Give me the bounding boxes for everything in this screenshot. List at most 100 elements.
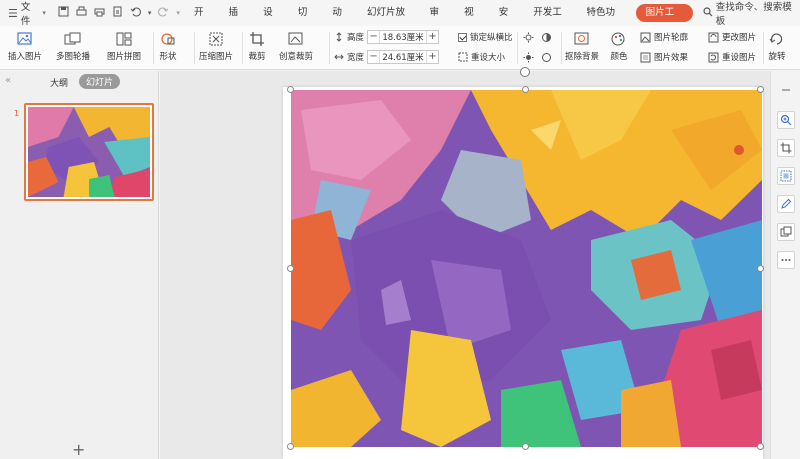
picture-effects-tool-button[interactable] <box>777 223 795 241</box>
tab-home[interactable]: 开始 <box>186 0 221 44</box>
lock-ratio-checkbox[interactable]: 锁定纵横比 <box>458 30 513 44</box>
color-button[interactable]: 颜色 <box>610 28 628 62</box>
collapse-pane-icon[interactable]: « <box>5 75 11 86</box>
resize-handle-bottom-left[interactable] <box>287 443 294 450</box>
tab-features[interactable]: 特色功能 <box>578 0 631 44</box>
palette-icon <box>611 32 625 46</box>
tab-review[interactable]: 审阅 <box>421 0 456 44</box>
change-picture-icon <box>708 32 719 42</box>
brightness-down-button[interactable] <box>523 50 534 64</box>
width-label: 宽度 <box>347 53 365 63</box>
slide-pane-header: « 大纲 幻灯片 <box>0 71 158 93</box>
rotate-icon <box>769 33 783 45</box>
ribbon-separator <box>153 32 154 64</box>
resize-handle-top-right[interactable] <box>757 86 764 93</box>
tab-slides[interactable]: 幻灯片 <box>79 74 121 89</box>
width-increase-button[interactable]: + <box>426 51 438 63</box>
selected-picture[interactable] <box>291 90 762 447</box>
contrast-down-button[interactable] <box>541 50 552 64</box>
contrast-icon <box>542 32 551 42</box>
redo-icon[interactable] <box>158 6 169 20</box>
save-icon[interactable] <box>58 6 69 20</box>
tab-developer[interactable]: 开发工具 <box>525 0 578 44</box>
change-picture-button[interactable]: 更改图片 <box>708 30 756 44</box>
crop-tool-icon <box>780 142 792 154</box>
color-label: 颜色 <box>610 52 628 62</box>
tab-transitions[interactable]: 切换 <box>290 0 325 44</box>
insert-picture-icon <box>17 32 32 45</box>
crop-tool-button[interactable] <box>777 139 795 157</box>
chevron-down-icon: ▾ <box>42 9 46 17</box>
tab-slideshow[interactable]: 幻灯片放映 <box>359 0 421 44</box>
pen-icon <box>781 198 792 209</box>
ribbon-separator <box>517 32 518 64</box>
resize-handle-bottom[interactable] <box>522 443 529 450</box>
picture-collage-button[interactable]: 图片拼图 <box>107 28 141 62</box>
undo-dropdown-icon[interactable]: ▾ <box>148 9 152 17</box>
height-value[interactable]: 18.63厘米 <box>380 31 426 43</box>
crop-label: 裁剪 <box>248 52 266 62</box>
picture-effects-label: 图片效果 <box>654 53 689 63</box>
reset-picture-button[interactable]: 重设图片 <box>708 50 756 64</box>
contrast-up-button[interactable] <box>541 30 552 44</box>
picture-layout-button[interactable] <box>777 167 795 185</box>
tab-insert[interactable]: 插入 <box>221 0 256 44</box>
ribbon-separator <box>561 32 562 64</box>
tab-animation[interactable]: 动画 <box>324 0 359 44</box>
brightness-down-icon <box>523 52 534 62</box>
more-tools-button[interactable] <box>777 251 795 269</box>
height-increase-button[interactable]: + <box>426 31 438 43</box>
resize-handle-top-left[interactable] <box>287 86 294 93</box>
crop-button[interactable]: 裁剪 <box>248 28 266 62</box>
zoom-picture-button[interactable] <box>777 111 795 129</box>
resize-handle-top[interactable] <box>522 86 529 93</box>
print-icon[interactable] <box>94 6 105 20</box>
floating-toolbar <box>770 71 800 459</box>
tab-picture-tools[interactable]: 图片工具 <box>635 4 693 36</box>
export-pdf-icon[interactable] <box>112 6 123 20</box>
customize-toolbar-icon[interactable]: ▾ <box>176 9 180 17</box>
insert-picture-button[interactable]: 插入图片 <box>8 28 42 62</box>
rotate-button[interactable]: 旋转 <box>768 28 786 62</box>
tab-security[interactable]: 安全 <box>491 0 526 44</box>
creative-crop-button[interactable]: 创意裁剪 <box>279 28 313 62</box>
reset-size-button[interactable]: 重设大小 <box>458 50 505 64</box>
insert-picture-label: 插入图片 <box>8 52 43 62</box>
quick-access-toolbar: ▾ ▾ <box>52 0 186 26</box>
tab-design[interactable]: 设计 <box>255 0 290 44</box>
multi-picture-icon <box>64 32 81 45</box>
outline-tool-button[interactable] <box>777 195 795 213</box>
brightness-up-button[interactable] <box>523 30 534 44</box>
resize-handle-bottom-right[interactable] <box>757 443 764 450</box>
lock-ratio-check[interactable] <box>458 32 467 42</box>
remove-background-label: 抠除背景 <box>565 52 600 62</box>
compress-picture-button[interactable]: 压缩图片 <box>199 28 233 62</box>
width-value[interactable]: 24.61厘米 <box>380 51 426 63</box>
print-preview-icon[interactable] <box>76 6 87 20</box>
file-menu[interactable]: ☰ 文件 ▾ <box>0 0 52 27</box>
resize-handle-right[interactable] <box>757 265 764 272</box>
picture-outline-button[interactable]: 图片轮廓 <box>640 30 688 44</box>
rotate-handle[interactable] <box>520 67 530 77</box>
height-decrease-button[interactable]: − <box>368 31 381 43</box>
reset-size-icon <box>458 52 468 62</box>
add-slide-button[interactable]: + <box>72 440 85 459</box>
creative-crop-icon <box>288 32 303 45</box>
tab-view[interactable]: 视图 <box>456 0 491 44</box>
picture-tools-ribbon: 插入图片 多图轮播 图片拼图 形状 压缩图片 裁剪 创意裁剪 高度 − 18.6… <box>0 26 800 70</box>
command-search[interactable]: 查找命令、搜索模板 <box>703 0 800 27</box>
resize-handle-left[interactable] <box>287 265 294 272</box>
shape-button[interactable]: 形状 <box>159 28 177 62</box>
multi-outline-button[interactable]: 多图轮播 <box>56 28 90 62</box>
width-decrease-button[interactable]: − <box>368 51 381 63</box>
remove-background-icon <box>574 32 589 45</box>
picture-effects-button[interactable]: 图片效果 <box>640 50 688 64</box>
rotate-label: 旋转 <box>768 52 786 62</box>
slide-thumbnail[interactable] <box>24 103 154 201</box>
minus-icon <box>782 89 790 91</box>
tab-outline[interactable]: 大纲 <box>50 76 68 89</box>
collapse-toolbar-button[interactable] <box>777 81 795 99</box>
zoom-icon <box>780 114 792 126</box>
undo-icon[interactable] <box>130 6 141 20</box>
remove-background-button[interactable]: 抠除背景 <box>565 28 599 62</box>
